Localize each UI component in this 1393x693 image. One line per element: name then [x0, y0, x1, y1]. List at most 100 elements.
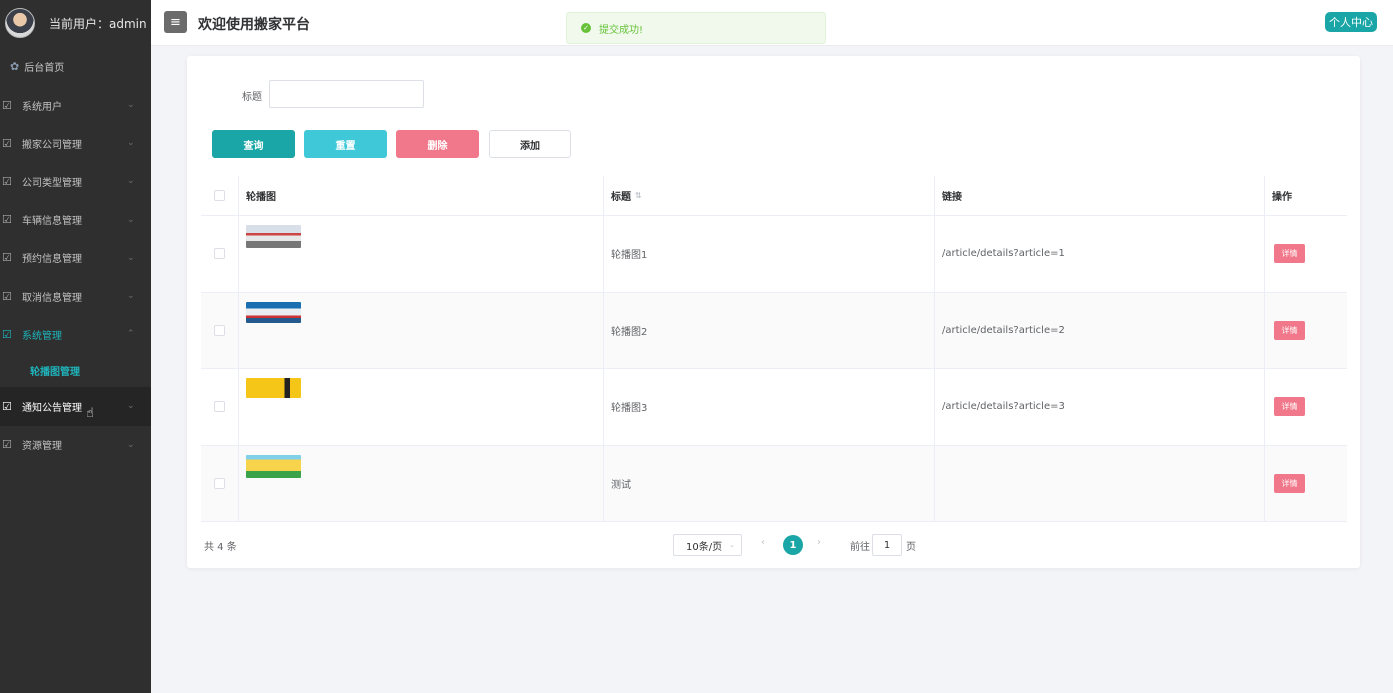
chevron-down-icon: ⌄: [127, 176, 135, 187]
edit-icon: ☑: [2, 438, 12, 452]
row-image-cell: [239, 292, 604, 368]
search-title-input[interactable]: [269, 80, 424, 108]
sidebar-item-cancel-info[interactable]: ☑ 取消信息管理 ⌄: [0, 277, 151, 315]
row-title: 轮播图1: [604, 216, 935, 292]
detail-button[interactable]: 详情: [1274, 244, 1305, 264]
sidebar-item-booking-info[interactable]: ☑ 预约信息管理 ⌄: [0, 239, 151, 277]
sidebar-item-label: 搬家公司管理: [22, 139, 82, 151]
prev-page-icon[interactable]: ‹: [761, 537, 765, 548]
row-link: /article/details?article=3: [935, 369, 1265, 445]
sidebar-subitem-label: 轮播图管理: [30, 366, 80, 378]
page-size-value: 10条/页: [686, 541, 723, 553]
row-link: [935, 445, 1265, 521]
edit-icon: ☑: [2, 251, 12, 265]
header-title[interactable]: 标题 ⇅: [604, 176, 935, 215]
row-link: /article/details?article=2: [935, 292, 1265, 368]
chevron-down-icon: ⌄: [729, 541, 735, 549]
sidebar-item-resources[interactable]: ☑ 资源管理 ⌄: [0, 426, 151, 464]
edit-icon: ☑: [2, 213, 12, 227]
personal-center-button[interactable]: 个人中心: [1325, 12, 1377, 32]
sidebar-item-vehicle-info[interactable]: ☑ 车辆信息管理 ⌄: [0, 201, 151, 239]
row-op-cell: 详情: [1265, 216, 1347, 292]
sidebar-item-label: 通知公告管理: [22, 402, 82, 414]
edit-icon: ☑: [2, 327, 12, 341]
detail-button[interactable]: 详情: [1274, 473, 1305, 493]
sidebar-item-system-users[interactable]: ☑ 系统用户 ⌄: [0, 86, 151, 124]
reset-button[interactable]: 重置: [304, 130, 387, 158]
sidebar-item-label: 公司类型管理: [22, 177, 82, 189]
edit-icon: ☑: [2, 289, 12, 303]
page-size-select[interactable]: 10条/页 ⌄: [673, 534, 742, 556]
chevron-up-icon: ⌃: [127, 329, 135, 340]
row-op-cell: 详情: [1265, 369, 1347, 445]
detail-button[interactable]: 详情: [1274, 320, 1305, 340]
content-card: 标题 查询 重置 删除 添加 轮播图 标题 ⇅ 链接 操作 轮播图1 /arti…: [187, 56, 1360, 568]
success-toast: ✓ 提交成功!: [566, 12, 826, 44]
chevron-down-icon: ⌄: [127, 401, 135, 412]
carousel-thumbnail[interactable]: [246, 301, 301, 323]
table-row: 测试 详情: [201, 445, 1347, 522]
edit-icon: ☑: [2, 98, 12, 112]
table-row: 轮播图3 /article/details?article=3 详情: [201, 369, 1347, 446]
carousel-thumbnail[interactable]: [246, 225, 301, 248]
table-row: 轮播图2 /article/details?article=2 详情: [201, 292, 1347, 369]
home-flower-icon: ✿: [10, 59, 20, 73]
current-user-label: 当前用户：admin: [49, 16, 147, 31]
carousel-thumbnail[interactable]: [246, 454, 301, 478]
page-number-current[interactable]: 1: [783, 535, 803, 555]
add-button[interactable]: 添加: [489, 130, 571, 158]
sidebar-item-label: 预约信息管理: [22, 254, 82, 266]
next-page-icon[interactable]: ›: [817, 537, 821, 548]
chevron-down-icon: ⌄: [127, 138, 135, 149]
edit-icon: ☑: [2, 399, 12, 413]
table-row: 轮播图1 /article/details?article=1 详情: [201, 216, 1347, 293]
edit-icon: ☑: [2, 136, 12, 150]
page-suffix-label: 页: [906, 542, 916, 553]
hamburger-menu-icon[interactable]: ≡: [164, 11, 187, 33]
sidebar-item-moving-company[interactable]: ☑ 搬家公司管理 ⌄: [0, 124, 151, 162]
table-header-row: 轮播图 标题 ⇅ 链接 操作: [201, 176, 1347, 216]
row-checkbox[interactable]: [214, 477, 225, 489]
row-select-cell: [201, 445, 239, 521]
sidebar-item-label: 系统用户: [22, 101, 62, 113]
query-button[interactable]: 查询: [212, 130, 295, 158]
sidebar-item-label: 系统管理: [22, 330, 62, 342]
toast-message: 提交成功!: [599, 24, 644, 36]
sidebar-item-system-management[interactable]: ☑ 系统管理 ⌃: [0, 315, 151, 353]
sidebar: 当前用户：admin ✿ 后台首页 ☑ 系统用户 ⌄ ☑ 搬家公司管理 ⌄ ☑ …: [0, 0, 151, 693]
search-title-label: 标题: [242, 92, 262, 103]
detail-button[interactable]: 详情: [1274, 397, 1305, 417]
header-title-label: 标题: [611, 192, 631, 203]
carousel-table: 轮播图 标题 ⇅ 链接 操作 轮播图1 /article/details?art…: [201, 176, 1347, 522]
sidebar-item-company-type[interactable]: ☑ 公司类型管理 ⌄: [0, 162, 151, 200]
page-title: 欢迎使用搬家平台: [198, 17, 310, 33]
sidebar-item-label: 取消信息管理: [22, 292, 82, 304]
carousel-thumbnail[interactable]: [246, 378, 301, 398]
sidebar-item-label: 后台首页: [24, 62, 65, 74]
select-all-checkbox[interactable]: [214, 190, 225, 201]
row-image-cell: [239, 216, 604, 292]
sidebar-item-home[interactable]: ✿ 后台首页: [0, 46, 151, 86]
row-select-cell: [201, 292, 239, 368]
row-image-cell: [239, 445, 604, 521]
sidebar-subitem-carousel[interactable]: 轮播图管理: [0, 353, 151, 388]
hand-cursor-icon: ☝: [86, 406, 94, 421]
check-circle-icon: ✓: [581, 23, 591, 33]
chevron-down-icon: ⌄: [127, 214, 135, 225]
header-op: 操作: [1272, 192, 1292, 203]
goto-page-input[interactable]: 1: [872, 534, 902, 556]
avatar[interactable]: [5, 8, 35, 38]
row-select-cell: [201, 369, 239, 445]
row-checkbox[interactable]: [214, 401, 225, 413]
row-checkbox[interactable]: [214, 324, 225, 336]
chevron-down-icon: ⌄: [127, 291, 135, 302]
row-title: 轮播图2: [604, 292, 935, 368]
sort-icon[interactable]: ⇅: [635, 191, 642, 200]
delete-button[interactable]: 删除: [396, 130, 479, 158]
chevron-down-icon: ⌄: [127, 252, 135, 263]
row-image-cell: [239, 369, 604, 445]
row-checkbox[interactable]: [214, 248, 225, 260]
row-link: /article/details?article=1: [935, 216, 1265, 292]
sidebar-item-notice[interactable]: ☑ 通知公告管理 ⌄: [0, 387, 151, 426]
user-info: 当前用户：admin: [0, 0, 151, 46]
